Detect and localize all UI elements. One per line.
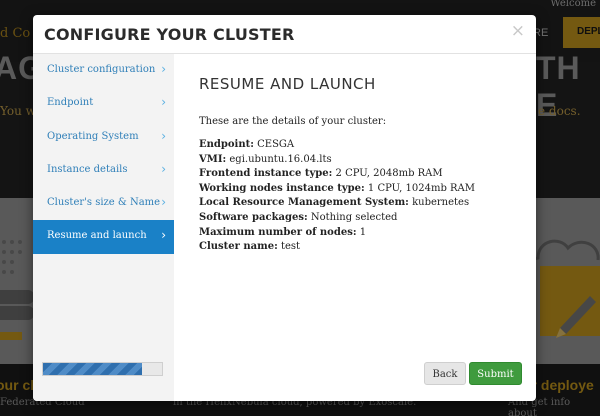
chevron-right-icon: › — [161, 95, 166, 110]
back-button[interactable]: Back — [424, 362, 466, 385]
cluster-details-list: Endpoint: CESGA VMI: egi.ubuntu.16.04.lt… — [199, 138, 536, 255]
detail-row-vmi: VMI: egi.ubuntu.16.04.lts — [199, 153, 536, 168]
detail-key: Endpoint: — [199, 139, 254, 150]
sidebar-item-label: Cluster configuration — [47, 64, 156, 75]
chevron-right-icon: › — [161, 195, 166, 210]
detail-value: test — [280, 241, 301, 253]
detail-key: Local Resource Management System: — [199, 197, 409, 209]
wizard-progress-bar — [42, 362, 163, 376]
sidebar-item-label: Operating System — [47, 130, 139, 142]
detail-row-software-packages: Software packages: Nothing selected — [199, 211, 536, 226]
detail-value: egi.ubuntu.16.04.lts — [229, 153, 332, 165]
detail-value: 2 CPU, 2048mb RAM — [335, 168, 443, 180]
detail-value: 1 — [359, 226, 367, 238]
detail-row-lrms: Local Resource Management System: kubern… — [199, 196, 536, 211]
detail-key: VMI: — [199, 153, 227, 165]
chevron-right-icon: › — [161, 228, 166, 243]
sidebar-item-cluster-size-name[interactable]: Cluster's size & Name › — [33, 187, 174, 220]
detail-key: Frontend instance type: — [199, 168, 333, 180]
modal-body: Cluster configuration › Endpoint › Opera… — [33, 54, 536, 401]
configure-cluster-modal: CONFIGURE YOUR CLUSTER × Cluster configu… — [33, 15, 536, 401]
detail-value: kubernetes — [412, 197, 470, 209]
panel-title: RESUME AND LAUNCH — [199, 75, 376, 93]
detail-value: 1 CPU, 1024mb RAM — [367, 182, 476, 194]
detail-value: CESGA — [257, 139, 295, 150]
modal-title: CONFIGURE YOUR CLUSTER — [44, 25, 295, 44]
modal-header: CONFIGURE YOUR CLUSTER × — [33, 15, 536, 54]
sidebar-item-cluster-configuration[interactable]: Cluster configuration › — [33, 54, 174, 87]
submit-button[interactable]: Submit — [469, 362, 522, 385]
resume-panel: RESUME AND LAUNCH These are the details … — [174, 54, 536, 401]
detail-row-max-nodes: Maximum number of nodes: 1 — [199, 226, 536, 241]
sidebar-item-instance-details[interactable]: Instance details › — [33, 154, 174, 187]
detail-row-frontend-instance: Frontend instance type: 2 CPU, 2048mb RA… — [199, 167, 536, 182]
sidebar-item-operating-system[interactable]: Operating System › — [33, 121, 174, 154]
detail-key: Working nodes instance type: — [199, 182, 365, 194]
detail-value: Nothing selected — [310, 211, 398, 223]
sidebar-item-label: Resume and launch — [47, 230, 147, 242]
close-icon[interactable]: × — [511, 21, 525, 41]
detail-key: Maximum number of nodes: — [199, 226, 357, 238]
sidebar-item-label: Endpoint — [47, 97, 94, 109]
sidebar-item-endpoint[interactable]: Endpoint › — [33, 87, 174, 120]
sidebar-item-resume-and-launch[interactable]: Resume and launch › — [33, 220, 174, 254]
detail-key: Software packages: — [199, 211, 308, 223]
detail-row-endpoint: Endpoint: CESGA — [199, 138, 536, 153]
wizard-sidebar: Cluster configuration › Endpoint › Opera… — [33, 54, 174, 401]
sidebar-item-label: Instance details — [47, 163, 128, 175]
detail-row-working-nodes-instance: Working nodes instance type: 1 CPU, 1024… — [199, 182, 536, 197]
sidebar-item-label: Cluster's size & Name — [47, 197, 161, 209]
chevron-right-icon: › — [161, 161, 166, 176]
panel-intro: These are the details of your cluster: — [199, 116, 387, 127]
detail-row-cluster-name: Cluster name: test — [199, 240, 536, 255]
chevron-right-icon: › — [161, 62, 166, 76]
wizard-progress-fill — [43, 363, 142, 375]
chevron-right-icon: › — [161, 128, 166, 143]
detail-key: Cluster name: — [199, 241, 278, 253]
